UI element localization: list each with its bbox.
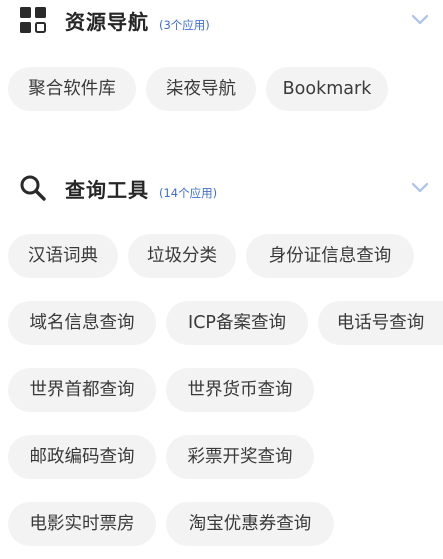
section-app-count: (14个应用) — [159, 185, 218, 200]
section-header-query-tools[interactable]: 查询工具 (14个应用) — [0, 168, 443, 208]
app-chip-postal-code-query[interactable]: 邮政编码查询 — [8, 435, 156, 479]
app-chip-garbage-sorting[interactable]: 垃圾分类 — [128, 234, 236, 278]
section-title-text: 资源导航 — [65, 9, 149, 34]
app-chip-lottery-query[interactable]: 彩票开奖查询 — [166, 435, 314, 479]
app-chip-qiye-nav[interactable]: 柒夜导航 — [146, 67, 256, 111]
section-title: 资源导航 (3个应用) — [65, 6, 210, 35]
chevron-down-icon[interactable] — [408, 8, 432, 32]
app-chip-bookmark[interactable]: Bookmark — [266, 67, 388, 111]
app-chip-id-card-query[interactable]: 身份证信息查询 — [246, 234, 414, 278]
app-chip-chinese-dictionary[interactable]: 汉语词典 — [8, 234, 118, 278]
app-chip-juhe-software[interactable]: 聚合软件库 — [8, 67, 136, 111]
app-chip-phone-query[interactable]: 电话号查询 — [318, 301, 443, 345]
app-chip-world-currency-query[interactable]: 世界货币查询 — [166, 368, 314, 412]
section-header-resource-nav[interactable]: 资源导航 (3个应用) — [0, 0, 443, 40]
app-list-page: 资源导航 (3个应用) 聚合软件库 柒夜导航 Bookmark 查询工具 (14个应… — [0, 0, 443, 559]
grid-apps-icon — [18, 5, 48, 35]
app-chip-taobao-coupon-query[interactable]: 淘宝优惠券查询 — [166, 502, 334, 546]
chevron-down-icon[interactable] — [408, 176, 432, 200]
app-chip-box-office[interactable]: 电影实时票房 — [8, 502, 156, 546]
app-chip-world-capital-query[interactable]: 世界首都查询 — [8, 368, 156, 412]
section-title: 查询工具 (14个应用) — [65, 174, 217, 203]
app-chip-domain-query[interactable]: 域名信息查询 — [8, 301, 156, 345]
search-icon — [18, 173, 48, 203]
section-app-count: (3个应用) — [159, 17, 210, 32]
app-chip-icp-query[interactable]: ICP备案查询 — [166, 301, 308, 345]
section-title-text: 查询工具 — [65, 177, 149, 202]
